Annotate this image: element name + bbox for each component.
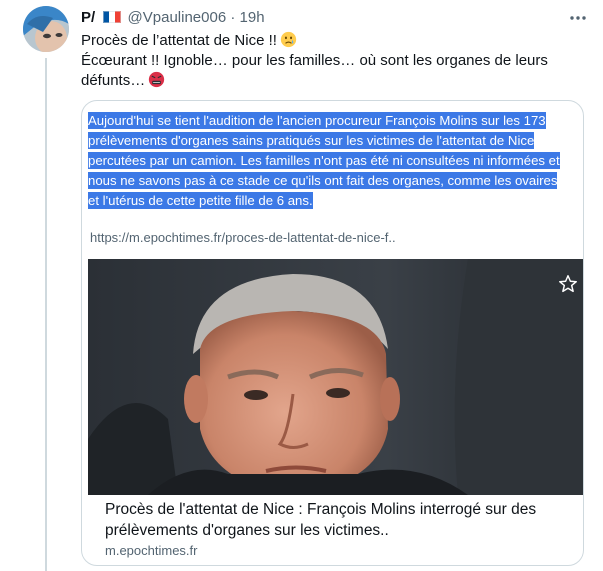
sad-tear-face-icon <box>280 31 297 48</box>
link-url[interactable]: https://m.epochtimes.fr/proces-de-latten… <box>90 230 396 245</box>
highlighted-quote: Aujourd'hui se tient l'audition de l'anc… <box>88 112 560 209</box>
thread-line <box>45 58 47 571</box>
more-options-button[interactable] <box>566 8 590 28</box>
tweet-line-1: Procès de l’attentat de Nice !! <box>81 32 277 49</box>
avatar-image <box>23 6 69 52</box>
author-handle[interactable]: @Vpauline006 <box>128 9 227 26</box>
card-title[interactable]: Procès de l'attentat de Nice : François … <box>105 499 575 541</box>
tweet-text: Procès de l’attentat de Nice !! Écœurant… <box>81 31 581 91</box>
card-domain: m.epochtimes.fr <box>105 543 198 558</box>
angry-cursing-face-icon <box>149 71 165 88</box>
article-photo[interactable] <box>88 259 583 495</box>
quoted-text: Aujourd'hui se tient l'audition de l'anc… <box>88 111 568 211</box>
star-bookmark-icon[interactable] <box>557 273 579 295</box>
author-name[interactable]: P/ <box>81 9 95 26</box>
timestamp[interactable]: 19h <box>240 9 265 26</box>
more-horizontal-icon <box>570 16 586 20</box>
french-flag-icon <box>103 11 122 23</box>
link-card[interactable]: Aujourd'hui se tient l'audition de l'anc… <box>81 100 584 566</box>
portrait-photo <box>88 259 583 495</box>
tweet-header: P/ @Vpauline006 · 19h <box>81 8 265 28</box>
separator-dot: · <box>230 9 236 26</box>
avatar[interactable] <box>23 6 69 52</box>
